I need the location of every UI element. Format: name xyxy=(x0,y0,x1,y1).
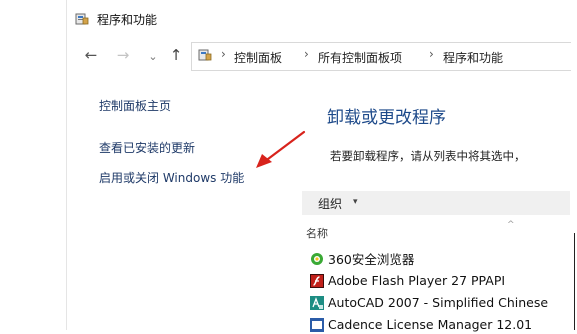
organize-dropdown-icon[interactable]: ▾ xyxy=(353,197,358,207)
breadcrumb-programs-and-features[interactable]: 程序和功能 xyxy=(443,49,503,66)
breadcrumb-control-panel[interactable]: 控制面板 xyxy=(234,49,282,66)
breadcrumb-separator: › xyxy=(221,47,226,61)
flash-player-icon xyxy=(310,273,324,288)
annotation-arrow-icon xyxy=(256,130,306,168)
sort-ascending-icon: ^ xyxy=(507,220,515,230)
page-heading: 卸载或更改程序 xyxy=(327,108,446,128)
list-right-border xyxy=(574,233,575,330)
program-name: 360安全浏览器 xyxy=(328,252,415,267)
breadcrumb-separator: › xyxy=(429,47,434,61)
program-name: AutoCAD 2007 - Simplified Chinese xyxy=(328,295,549,310)
program-name: Adobe Flash Player 27 PPAPI xyxy=(328,273,506,288)
autocad-icon xyxy=(310,295,324,310)
breadcrumb-separator: › xyxy=(304,47,309,61)
program-row[interactable]: 360安全浏览器 xyxy=(310,248,414,268)
window-title: 程序和功能 xyxy=(97,13,158,27)
control-panel-home-link[interactable]: 控制面板主页 xyxy=(99,97,171,114)
name-column-header[interactable]: 名称 xyxy=(306,225,328,241)
turn-windows-features-link[interactable]: 启用或关闭 Windows 功能 xyxy=(99,169,244,186)
program-row[interactable]: Cadence License Manager 12.01 xyxy=(310,314,532,334)
recent-locations-chevron-icon[interactable]: ⌄ xyxy=(144,49,162,65)
programs-and-features-icon xyxy=(75,13,89,25)
program-row[interactable]: AutoCAD 2007 - Simplified Chinese xyxy=(310,292,548,312)
view-installed-updates-link[interactable]: 查看已安装的更新 xyxy=(99,139,195,156)
back-arrow-icon[interactable]: ← xyxy=(82,47,100,63)
left-margin xyxy=(0,0,66,330)
left-border xyxy=(66,0,67,330)
cadence-icon xyxy=(310,317,324,332)
program-row[interactable]: Adobe Flash Player 27 PPAPI xyxy=(310,270,505,290)
up-arrow-icon[interactable]: ↑ xyxy=(167,47,185,63)
organize-button[interactable]: 组织 xyxy=(318,195,342,212)
control-panel-icon xyxy=(198,49,212,61)
360-browser-icon xyxy=(311,252,323,265)
page-description: 若要卸载程序，请从列表中将其选中， xyxy=(330,149,526,163)
breadcrumb-all-items[interactable]: 所有控制面板项 xyxy=(318,49,402,66)
command-toolbar xyxy=(302,191,570,215)
forward-arrow-icon[interactable]: → xyxy=(114,47,132,63)
